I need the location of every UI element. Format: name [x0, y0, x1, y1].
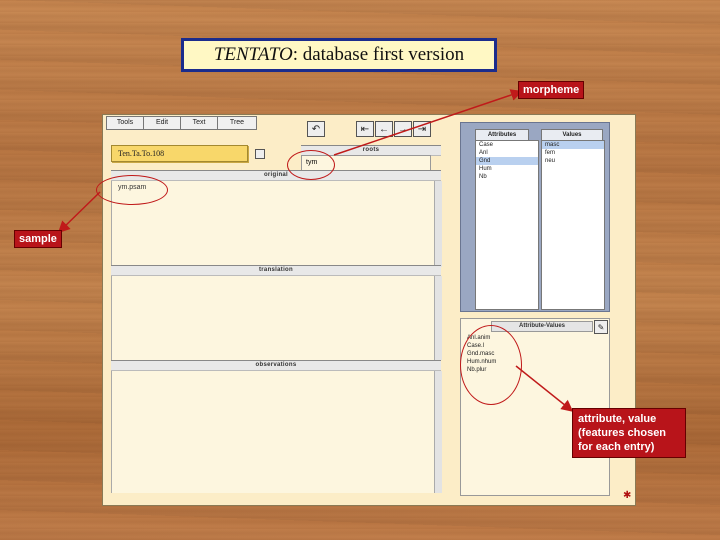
attribute-note-line: (features chosen [578, 427, 667, 439]
sample-arrow [57, 191, 101, 234]
callout-arrows [57, 89, 574, 412]
attribute-note: attribute, value (features chosen for ea… [572, 408, 686, 458]
morpheme-arrow [333, 89, 523, 156]
attribute-note-line: attribute, value [578, 413, 657, 425]
attribute-arrow [515, 365, 574, 412]
sample-label: sample [14, 230, 62, 248]
morpheme-label: morpheme [518, 81, 585, 99]
attribute-note-line: for each entry) [578, 441, 655, 453]
